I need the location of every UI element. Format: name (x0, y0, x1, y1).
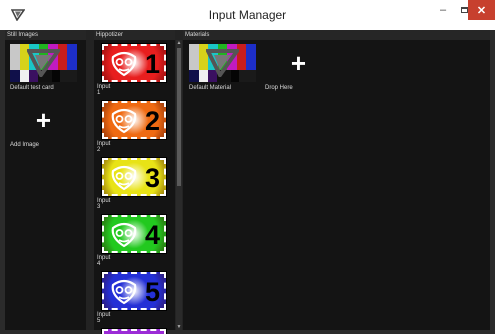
input-label: Input 3 (97, 198, 111, 210)
close-button[interactable]: ✕ (468, 0, 495, 20)
close-icon: ✕ (476, 4, 487, 17)
test-card-logo-icon (27, 49, 60, 77)
input-label: Input 5 (97, 312, 111, 324)
default-test-card-thumbnail (10, 44, 77, 82)
scroll-thumb[interactable] (177, 48, 181, 186)
input-label: Input 1 (97, 84, 111, 96)
hippo-mask-icon (111, 165, 137, 191)
input-number: 4 (144, 220, 160, 250)
input-number: 5 (144, 277, 160, 307)
add-image-tile: + (10, 101, 77, 139)
input-manager-window: Input Manager – ✕ Still Images Default t… (0, 0, 495, 334)
hippo-mask-icon (111, 51, 137, 77)
hippo-mask-icon (111, 279, 137, 305)
test-card-logo-icon (206, 49, 239, 77)
input-thumbnail: 4 (101, 214, 167, 254)
title-bar[interactable]: Input Manager – ✕ (0, 0, 495, 30)
drop-here-tile: + (265, 44, 332, 82)
input-thumbnail: 3 (101, 157, 167, 197)
scroll-up-arrow-icon[interactable]: ▲ (176, 40, 182, 46)
plus-icon: + (35, 105, 52, 135)
input-label: Input 2 (97, 141, 111, 153)
still-image-label: Default test card (10, 85, 54, 91)
add-image-label: Add Image (10, 142, 40, 148)
input-number: 3 (144, 163, 160, 193)
hippo-mask-icon (111, 108, 137, 134)
still-images-panel: Still Images Default test card + Add Ima… (5, 30, 86, 330)
input-number: 1 (144, 49, 160, 79)
input-label: Input 4 (97, 255, 111, 267)
window-title: Input Manager (208, 8, 287, 22)
input-number: 2 (144, 106, 160, 136)
input-thumbnail: 2 (101, 100, 167, 140)
hippo-mask-icon (111, 222, 137, 248)
drop-here-label: Drop Here (265, 85, 293, 91)
default-material-thumbnail (189, 44, 256, 82)
hippotizer-header: Hippotizer (94, 30, 175, 40)
maximize-icon (460, 7, 468, 13)
materials-header: Materials (183, 30, 490, 40)
still-images-header: Still Images (5, 30, 86, 40)
hippotizer-scrollbar[interactable]: ▲ ▼ (176, 40, 182, 330)
material-label: Default Material (189, 85, 232, 91)
minimize-icon: – (439, 4, 447, 16)
client-area: Still Images Default test card + Add Ima… (5, 30, 490, 334)
scroll-down-arrow-icon[interactable]: ▼ (176, 324, 182, 330)
materials-panel: Materials Default Material + Drop Here (183, 30, 490, 330)
input-thumbnail: 5 (101, 271, 167, 311)
input-thumbnail-partial[interactable] (101, 328, 167, 334)
plus-icon: + (290, 48, 307, 78)
hippotizer-panel: Hippotizer 1 Input 1 2 Input 2 3 Input 3 4 Inpu… (94, 30, 175, 334)
input-thumbnail: 1 (101, 43, 167, 83)
